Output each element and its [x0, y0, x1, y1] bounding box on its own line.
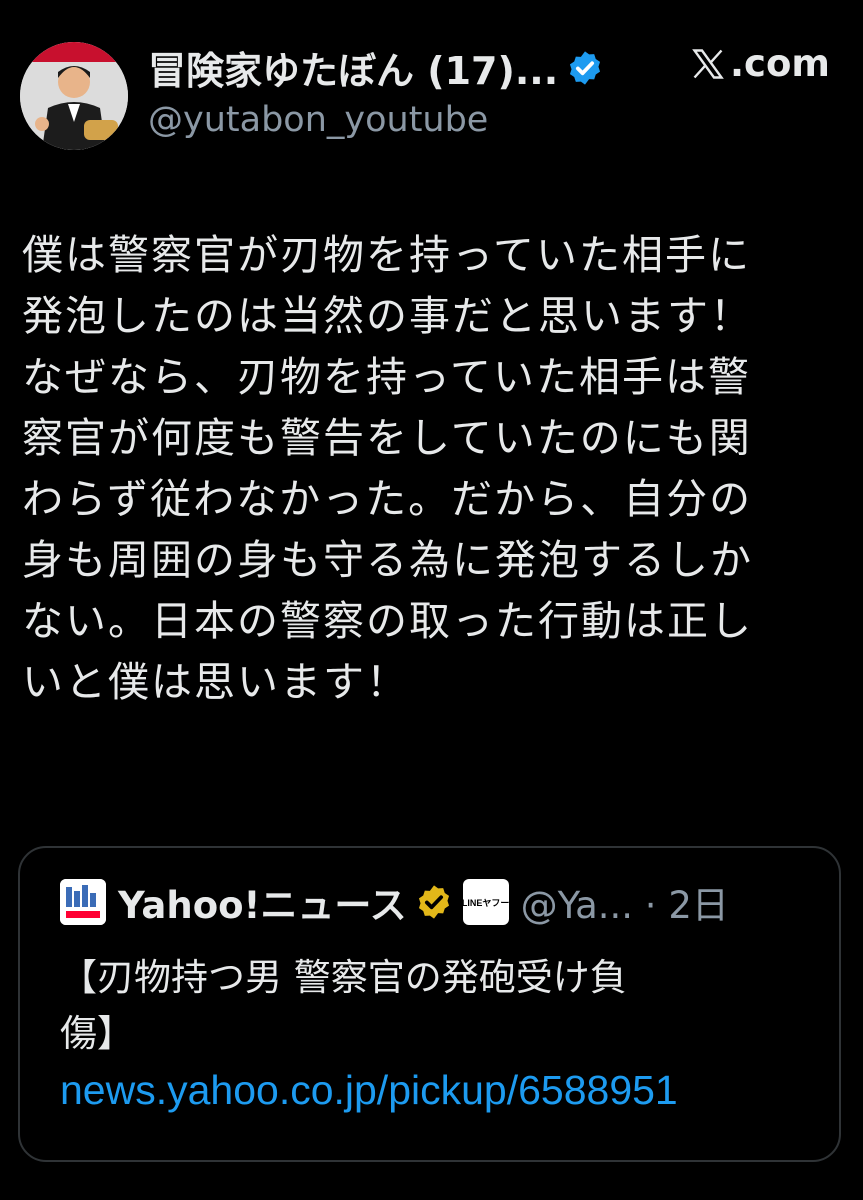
tweet-header: 冒険家ゆたぼん (17)... @yutabon_youtube .com	[0, 0, 863, 170]
display-name[interactable]: 冒険家ゆたぼん (17)...	[148, 40, 604, 95]
display-name-text[interactable]: 冒険家ゆたぼん (17)...	[148, 40, 558, 95]
tweet-line: 僕は警察官が刃物を持っていた相手に	[22, 231, 751, 279]
verified-badge-icon	[570, 50, 601, 85]
tweet-line: ない。日本の警察の取った行動は正し	[22, 597, 753, 645]
tweet-line: いと僕は思います！	[22, 658, 409, 706]
tweet-body: 僕は警察官が刃物を持っていた相手に 発泡したのは当然の事だと思います！ なぜなら…	[22, 225, 842, 713]
user-handle[interactable]: @yutabon_youtube	[148, 100, 488, 140]
site-label: .com	[690, 42, 830, 85]
quoted-news-link[interactable]: news.yahoo.co.jp/pickup/6588951	[60, 1062, 820, 1118]
quoted-tweet-header: Yahoo!ニュース LINEヤフー @Ya... · 2日	[60, 875, 729, 929]
quoted-author-name[interactable]: Yahoo!ニュース	[118, 875, 407, 929]
quoted-text-line: 傷】	[60, 1012, 134, 1055]
tweet-line: 身も周囲の身も守る為に発泡するしか	[22, 536, 753, 584]
tweet-line: わらず従わなかった。だから、自分の	[22, 475, 753, 523]
tweet-line: なぜなら、刃物を持っていた相手は警	[22, 353, 751, 401]
tweet-line: 察官が何度も警告をしていたのにも関	[22, 414, 752, 462]
site-domain-text: .com	[730, 42, 830, 85]
quoted-text-line: 【刃物持つ男 警察官の発砲受け負	[60, 956, 627, 999]
quoted-tweet-body: 【刃物持つ男 警察官の発砲受け負 傷】 news.yahoo.co.jp/pic…	[60, 950, 820, 1118]
line-yahoo-affiliate-icon[interactable]: LINEヤフー	[461, 879, 510, 925]
quoted-handle-time: @Ya... · 2日	[520, 884, 729, 927]
affiliate-badge-text: LINEヤフー	[461, 897, 510, 908]
x-logo-icon	[692, 48, 724, 79]
quoted-tweet-card[interactable]: Yahoo!ニュース LINEヤフー @Ya... · 2日 【刃物持つ男 警察…	[18, 846, 841, 1162]
gold-verified-badge-icon	[418, 885, 449, 919]
yahoo-news-avatar[interactable]	[60, 879, 106, 925]
tweet-line: 発泡したのは当然の事だと思います！	[22, 292, 753, 340]
avatar[interactable]	[20, 42, 128, 150]
